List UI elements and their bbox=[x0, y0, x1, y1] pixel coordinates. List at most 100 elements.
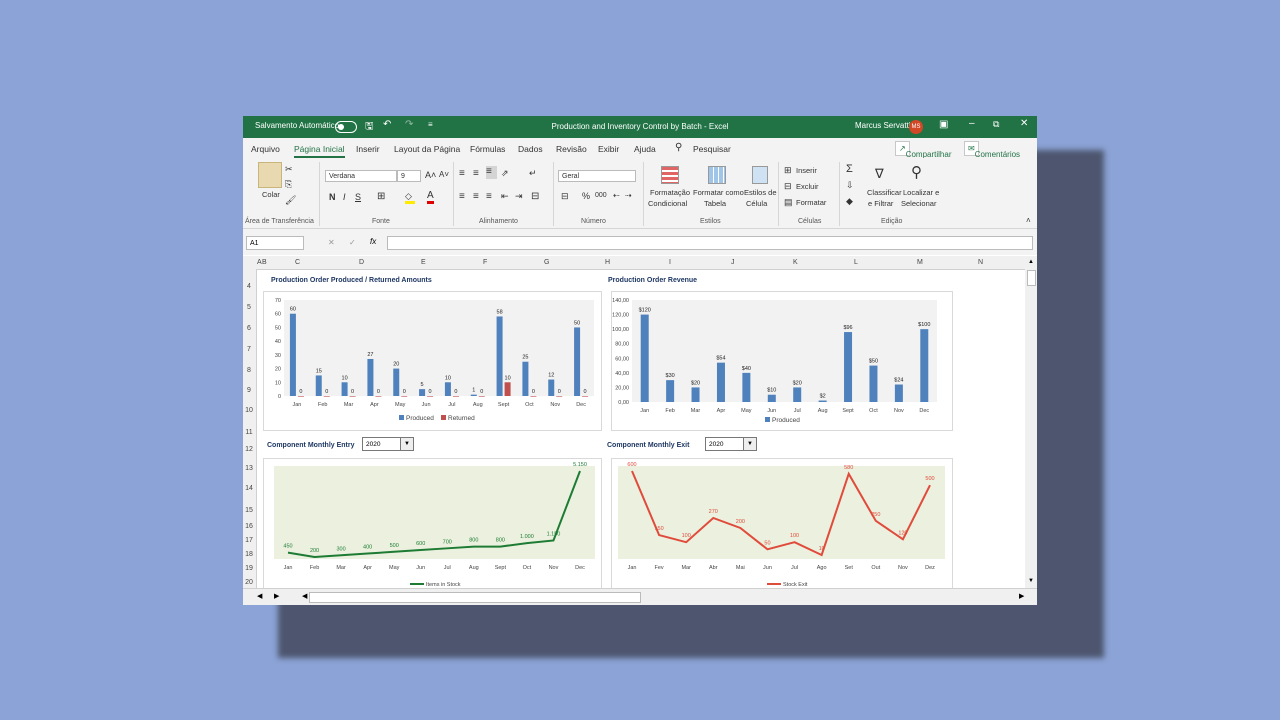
scroll-up-icon[interactable]: ▲ bbox=[1028, 259, 1034, 265]
prev-sheet-icon[interactable]: ◀ bbox=[257, 592, 262, 600]
delete-cells-label[interactable]: Excluir bbox=[796, 182, 819, 191]
chart-revenue[interactable]: 0,00 20,00 40,00 60,00 80,00 100,00 120,00 140,… bbox=[611, 291, 953, 431]
tab-formulas[interactable]: Fórmulas bbox=[470, 144, 505, 154]
close-icon[interactable]: ✕ bbox=[1020, 118, 1028, 129]
row-header[interactable]: 8 bbox=[243, 367, 255, 374]
column-header[interactable]: L bbox=[854, 259, 858, 266]
row-header[interactable]: 14 bbox=[243, 485, 255, 492]
cell-styles-label-1[interactable]: Estilos de bbox=[744, 188, 777, 197]
underline-button[interactable]: S bbox=[355, 192, 361, 202]
hscroll-right-icon[interactable]: ▶ bbox=[1019, 592, 1024, 600]
column-header[interactable]: F bbox=[483, 259, 487, 266]
row-header[interactable]: 11 bbox=[243, 429, 255, 436]
name-box[interactable]: A1 bbox=[246, 236, 304, 250]
avatar[interactable]: MS bbox=[909, 120, 923, 134]
wrap-text-icon[interactable]: ↵ bbox=[529, 168, 537, 179]
paste-icon[interactable] bbox=[258, 162, 282, 188]
format-cells-label[interactable]: Formatar bbox=[796, 198, 826, 207]
fill-icon[interactable]: ⇩ bbox=[846, 180, 854, 191]
cell-styles-icon[interactable] bbox=[752, 166, 768, 184]
sort-label-2[interactable]: e Filtrar bbox=[868, 199, 893, 208]
column-header[interactable]: C bbox=[295, 259, 300, 266]
percent-icon[interactable]: % bbox=[582, 191, 590, 201]
sort-label-1[interactable]: Classificar bbox=[867, 188, 902, 197]
row-header[interactable]: 13 bbox=[243, 465, 255, 472]
cell-styles-label-2[interactable]: Célula bbox=[746, 199, 767, 208]
find-select-icon[interactable]: ⚲ bbox=[911, 163, 922, 181]
collapse-ribbon-icon[interactable]: ˄ bbox=[1026, 216, 1031, 225]
entry-year-dropdown[interactable]: 2020 ▼ bbox=[362, 437, 414, 451]
column-header[interactable]: M bbox=[917, 259, 923, 266]
comma-style-icon[interactable]: 000 bbox=[595, 192, 607, 199]
row-header[interactable]: 20 bbox=[243, 579, 255, 586]
formula-input[interactable] bbox=[387, 236, 1033, 250]
restore-icon[interactable]: ⧉ bbox=[993, 119, 999, 130]
row-header[interactable]: 17 bbox=[243, 537, 255, 544]
find-label-2[interactable]: Selecionar bbox=[901, 199, 936, 208]
align-top-icon[interactable]: ≡ bbox=[459, 168, 465, 179]
tab-ajuda[interactable]: Ajuda bbox=[634, 144, 656, 154]
align-left-icon[interactable]: ≡ bbox=[459, 191, 465, 202]
column-header[interactable]: E bbox=[421, 259, 426, 266]
cond-format-label-2[interactable]: Condicional bbox=[648, 199, 687, 208]
decrease-indent-icon[interactable]: ⇤ bbox=[501, 191, 509, 202]
clear-icon[interactable]: ◆ bbox=[846, 196, 853, 207]
autosum-icon[interactable]: Σ bbox=[846, 163, 853, 175]
minimize-icon[interactable]: – bbox=[969, 118, 975, 129]
currency-icon[interactable]: ⊟ bbox=[561, 191, 569, 202]
tab-pagina-inicial[interactable]: Página Inicial bbox=[294, 144, 345, 158]
share-button[interactable]: ↗ Compartilhar bbox=[895, 141, 952, 159]
format-as-table-icon[interactable] bbox=[708, 166, 726, 184]
scroll-thumb[interactable] bbox=[1027, 270, 1036, 286]
tab-revisao[interactable]: Revisão bbox=[556, 144, 587, 154]
row-header[interactable]: 7 bbox=[243, 346, 255, 353]
delete-cells-icon[interactable]: ⊟ bbox=[784, 181, 792, 192]
align-center-icon[interactable]: ≡ bbox=[473, 191, 479, 202]
sort-filter-icon[interactable]: ∇ bbox=[875, 166, 884, 182]
copy-icon[interactable]: ⎘ bbox=[285, 179, 292, 190]
tab-arquivo[interactable]: Arquivo bbox=[251, 144, 280, 154]
conditional-format-icon[interactable] bbox=[661, 166, 679, 184]
chart-monthly-entry[interactable]: 450 200 300 400 500 600 700 800 800 1.000 1.150 5.1… bbox=[263, 458, 602, 590]
format-painter-icon[interactable]: 🖌 bbox=[285, 195, 296, 206]
column-header[interactable]: J bbox=[731, 259, 735, 266]
chart-produced-returned[interactable]: 0 10 20 30 40 50 60 70 Jan 60 0 Feb 15 0 Mar 10 0 Apr 27 0 M… bbox=[263, 291, 602, 431]
column-header[interactable]: I bbox=[669, 259, 671, 266]
next-sheet-icon[interactable]: ▶ bbox=[274, 592, 279, 600]
paste-label[interactable]: Colar bbox=[262, 190, 280, 199]
enter-icon[interactable]: ✓ bbox=[349, 238, 356, 247]
insert-cells-icon[interactable]: ⊞ bbox=[784, 165, 792, 176]
format-cells-icon[interactable]: ▤ bbox=[784, 197, 793, 208]
table-format-label-1[interactable]: Formatar como bbox=[693, 188, 744, 197]
table-format-label-2[interactable]: Tabela bbox=[704, 199, 726, 208]
cut-icon[interactable]: ✂ bbox=[285, 164, 293, 175]
ribbon-display-icon[interactable]: ▣ bbox=[939, 119, 948, 130]
row-header[interactable]: 10 bbox=[243, 407, 255, 414]
column-header[interactable]: K bbox=[793, 259, 798, 266]
italic-button[interactable]: I bbox=[343, 192, 346, 202]
borders-icon[interactable]: ⊞ bbox=[377, 191, 385, 202]
shrink-font-icon[interactable]: A˅ bbox=[439, 170, 449, 179]
comments-button[interactable]: ✉ Comentários bbox=[964, 141, 1020, 159]
row-header[interactable]: 5 bbox=[243, 304, 255, 311]
increase-decimal-icon[interactable]: ⇠ bbox=[613, 191, 620, 200]
decrease-decimal-icon[interactable]: ⇢ bbox=[625, 191, 632, 200]
row-header[interactable]: 12 bbox=[243, 446, 255, 453]
row-header[interactable]: 19 bbox=[243, 565, 255, 572]
row-header[interactable]: 16 bbox=[243, 523, 255, 530]
font-color-icon[interactable]: A bbox=[427, 190, 434, 204]
scroll-down-icon[interactable]: ▼ bbox=[1028, 578, 1034, 584]
cond-format-label-1[interactable]: Formatação bbox=[650, 188, 690, 197]
chevron-down-icon[interactable]: ▼ bbox=[743, 438, 756, 450]
exit-year-dropdown[interactable]: 2020 ▼ bbox=[705, 437, 757, 451]
worksheet-grid[interactable]: A B C D E F G H I J K L M N 4 5 6 7 8 9 … bbox=[243, 256, 1037, 590]
insert-cells-label[interactable]: Inserir bbox=[796, 166, 817, 175]
align-bottom-icon[interactable]: ≡ bbox=[486, 166, 497, 179]
cancel-icon[interactable]: ✕ bbox=[328, 238, 335, 247]
number-format-select[interactable]: Geral bbox=[558, 170, 636, 182]
increase-indent-icon[interactable]: ⇥ bbox=[515, 191, 523, 202]
hscroll-left-icon[interactable]: ◀ bbox=[302, 592, 307, 600]
row-header[interactable]: 4 bbox=[243, 283, 255, 290]
bold-button[interactable]: N bbox=[329, 192, 336, 202]
vertical-scrollbar[interactable]: ▲ ▼ bbox=[1025, 256, 1037, 588]
